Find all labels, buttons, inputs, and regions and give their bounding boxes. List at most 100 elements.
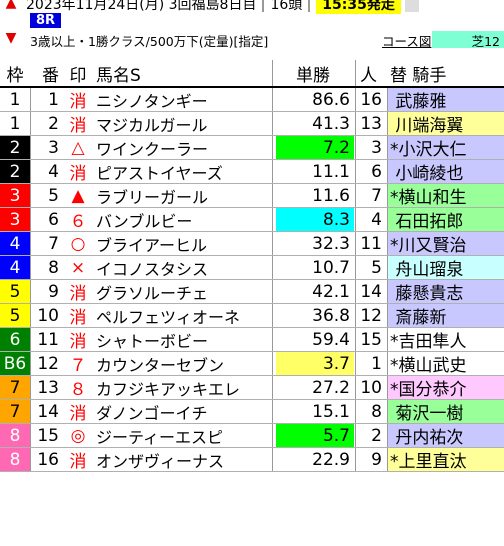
prediction-mark[interactable]: ○ [62, 232, 94, 255]
table-row[interactable]: 1 2 消 マジカルガール 41.3 13 川端海翼 [0, 112, 504, 136]
waku-cell: 7 [0, 400, 30, 423]
expand-arrow-icon[interactable]: ▼ [4, 31, 18, 45]
waku-cell: 2 [0, 160, 30, 183]
horse-name[interactable]: シャトーボビー [96, 328, 272, 351]
table-row[interactable]: 8 15 ◎ ジーティーエスピ 5.7 2 丹内祐次 [0, 424, 504, 448]
jockey-name[interactable]: 小崎綾也 [388, 160, 504, 184]
col-win-odds[interactable]: 単勝 [276, 60, 354, 86]
jockey-name[interactable]: *横山武史 [388, 352, 504, 376]
prediction-mark[interactable]: △ [62, 136, 94, 159]
horse-name[interactable]: ニシノタンギー [96, 88, 272, 111]
table-row[interactable]: 4 7 ○ ブライアーヒル 32.3 11 *川又賢治 [0, 232, 504, 256]
prediction-mark[interactable]: 消 [62, 160, 94, 184]
horse-number: 1 [48, 89, 59, 110]
horse-name[interactable]: ジーティーエスピ [96, 424, 272, 447]
race-date-line: 2023年11月24日(月) 3回福島8日目 16頭 15:35発走 [26, 0, 419, 14]
table-row[interactable]: 6 11 消 シャトーボビー 59.4 15 *吉田隼人 [0, 328, 504, 352]
jockey-name[interactable]: 川端海翼 [388, 112, 504, 136]
horse-name[interactable]: ラブリーガール [96, 184, 272, 207]
race-number-badge: 8R [30, 13, 62, 28]
popularity-rank: 12 [360, 305, 382, 326]
prediction-mark[interactable]: ６ [62, 208, 94, 232]
win-odds: 8.3 [276, 208, 354, 231]
horse-number: 7 [48, 233, 59, 254]
horse-name[interactable]: カウンターセブン [96, 352, 272, 375]
table-row[interactable]: 7 14 消 ダノンゴーイチ 15.1 8 菊沢一樹 [0, 400, 504, 424]
jockey-name[interactable]: *吉田隼人 [388, 328, 504, 352]
win-odds: 86.6 [276, 88, 354, 111]
col-waku[interactable]: 枠 [0, 60, 30, 86]
table-row[interactable]: 5 10 消 ペルフェツィオーネ 36.8 12 斎藤新 [0, 304, 504, 328]
prediction-mark[interactable]: 消 [62, 448, 94, 472]
prediction-mark[interactable]: 消 [62, 112, 94, 136]
col-number[interactable]: 番 [31, 60, 61, 86]
prediction-mark[interactable]: 消 [62, 328, 94, 352]
win-odds: 42.1 [276, 280, 354, 303]
jockey-name[interactable]: 菊沢一樹 [388, 400, 504, 424]
popularity-rank: 11 [360, 233, 382, 254]
menu-tab[interactable] [404, 0, 419, 12]
course-map-link[interactable]: コース図 [382, 31, 431, 50]
table-row[interactable]: 8 16 消 オンザヴィーナス 22.9 9 *上里直汰 [0, 448, 504, 472]
horse-name[interactable]: ダノンゴーイチ [96, 400, 272, 423]
horse-name[interactable]: オンザヴィーナス [96, 448, 272, 471]
horse-name[interactable]: ブライアーヒル [96, 232, 272, 255]
popularity-rank: 4 [371, 209, 382, 230]
horse-name[interactable]: ペルフェツィオーネ [96, 304, 272, 327]
jockey-name[interactable]: *国分恭介 [388, 376, 504, 400]
prediction-mark[interactable]: 消 [62, 280, 94, 304]
prediction-mark[interactable]: ▲ [62, 184, 94, 207]
horse-name[interactable]: カフジキアッキエレ [96, 376, 272, 399]
col-mark[interactable]: 印 [62, 60, 94, 86]
jockey-name[interactable]: 丹内祐次 [388, 424, 504, 448]
table-row[interactable]: 3 5 ▲ ラブリーガール 11.6 7 *横山和生 [0, 184, 504, 208]
table-header: 枠 番 印 馬名S 単勝 人 替 騎手 [0, 60, 504, 88]
jockey-name[interactable]: 舟山瑠泉 [388, 256, 504, 280]
prediction-mark[interactable]: × [62, 256, 94, 279]
collapse-arrow-icon[interactable]: ▲ [4, 0, 18, 10]
col-jockey[interactable]: 替 騎手 [388, 60, 504, 86]
table-row[interactable]: 1 1 消 ニシノタンギー 86.6 16 武藤雅 [0, 88, 504, 112]
jockey-name[interactable]: 石田拓郎 [388, 208, 504, 232]
horse-name[interactable]: バンブルビー [96, 208, 272, 231]
horse-number: 16 [37, 449, 59, 470]
waku-cell: 1 [0, 88, 30, 111]
horse-number: 13 [37, 377, 59, 398]
prediction-mark[interactable]: 消 [62, 88, 94, 112]
horse-name[interactable]: グラソルーチェ [96, 280, 272, 303]
col-horse-name[interactable]: 馬名S [96, 60, 272, 86]
table-row[interactable]: 4 8 × イコノスタシス 10.7 5 舟山瑠泉 [0, 256, 504, 280]
horse-name[interactable]: イコノスタシス [96, 256, 272, 279]
horse-number: 2 [48, 113, 59, 134]
col-popularity[interactable]: 人 [355, 60, 385, 86]
jockey-name[interactable]: 藤懸貴志 [388, 280, 504, 304]
prediction-mark[interactable]: 消 [62, 400, 94, 424]
table-row[interactable]: 2 4 消 ピアストイヤーズ 11.1 6 小崎綾也 [0, 160, 504, 184]
jockey-name[interactable]: *上里直汰 [388, 448, 504, 472]
popularity-rank: 1 [371, 353, 382, 374]
waku-cell: 3 [0, 184, 30, 207]
win-odds: 10.7 [276, 256, 354, 279]
prediction-mark[interactable]: ８ [62, 376, 94, 400]
table-row[interactable]: B6 12 ７ カウンターセブン 3.7 1 *横山武史 [0, 352, 504, 376]
table-row[interactable]: 3 6 ６ バンブルビー 8.3 4 石田拓郎 [0, 208, 504, 232]
jockey-name[interactable]: *川又賢治 [388, 232, 504, 256]
prediction-mark[interactable]: ◎ [62, 424, 94, 447]
jockey-name[interactable]: 武藤雅 [388, 88, 504, 112]
horse-name[interactable]: ワインクーラー [96, 136, 272, 159]
popularity-rank: 6 [371, 161, 382, 182]
race-conditions: 3歳以上・1勝クラス/500万下(定量)[指定] [30, 34, 269, 49]
waku-cell: 2 [0, 136, 30, 159]
prediction-mark[interactable]: 消 [62, 304, 94, 328]
jockey-name[interactable]: *小沢大仁 [388, 136, 504, 160]
table-row[interactable]: 7 13 ８ カフジキアッキエレ 27.2 10 *国分恭介 [0, 376, 504, 400]
waku-cell: 4 [0, 256, 30, 279]
jockey-name[interactable]: *横山和生 [388, 184, 504, 208]
jockey-name[interactable]: 斎藤新 [388, 304, 504, 328]
popularity-rank: 2 [371, 425, 382, 446]
horse-name[interactable]: マジカルガール [96, 112, 272, 135]
horse-name[interactable]: ピアストイヤーズ [96, 160, 272, 183]
table-row[interactable]: 5 9 消 グラソルーチェ 42.1 14 藤懸貴志 [0, 280, 504, 304]
prediction-mark[interactable]: ７ [62, 352, 94, 376]
table-row[interactable]: 2 3 △ ワインクーラー 7.2 3 *小沢大仁 [0, 136, 504, 160]
